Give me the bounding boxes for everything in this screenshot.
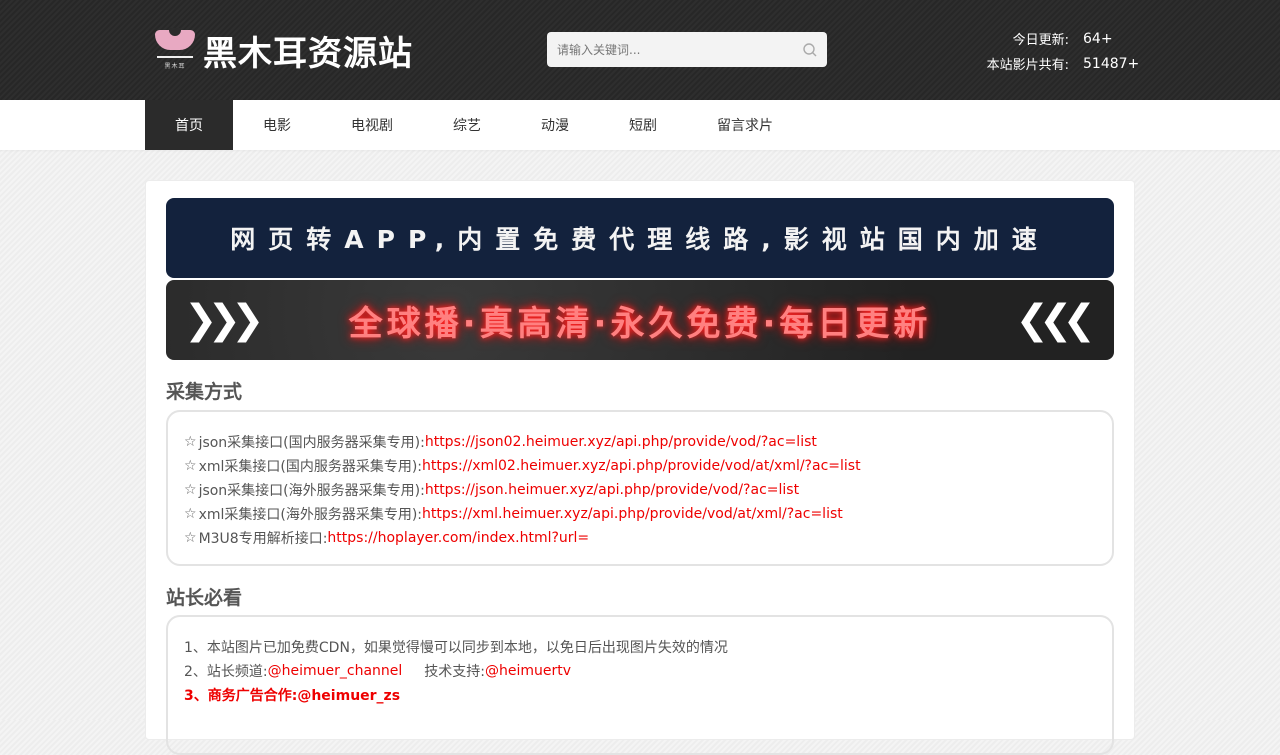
star-icon: ☆ (184, 530, 197, 546)
list-item: ☆ M3U8专用解析接口: https://hoplayer.com/index… (184, 526, 1096, 550)
support-label: 技术支持: (424, 664, 485, 680)
app-banner-text: 网页转APP,内置免费代理线路,影视站国内加速 (230, 225, 1050, 254)
star-icon: ☆ (184, 506, 197, 522)
main-nav: 首页 电影 电视剧 综艺 动漫 短剧 留言求片 (0, 100, 1280, 150)
list-item: ☆ xml采集接口(海外服务器采集专用): https://xml.heimue… (184, 502, 1096, 526)
stat-value: 64+ (1083, 30, 1113, 47)
list-item: ☆ json采集接口(海外服务器采集专用): https://json.heim… (184, 478, 1096, 502)
star-icon: ☆ (184, 482, 197, 498)
note-line-channel: 2、站长频道: @heimuer_channel 技术支持: @heimuert… (184, 659, 1096, 683)
support-link[interactable]: @heimuertv (485, 663, 571, 679)
site-stats: 今日更新: 64+ 本站影片共有: 51487+ (935, 26, 1140, 76)
api-link[interactable]: https://xml.heimuer.xyz/api.php/provide/… (422, 506, 843, 522)
site-name: 黑木耳资源站 (203, 33, 413, 74)
section-title-notes: 站长必看 (166, 587, 243, 609)
api-link[interactable]: https://json02.heimuer.xyz/api.php/provi… (425, 434, 817, 450)
section-title-collect: 采集方式 (166, 381, 243, 403)
chevrons-left-icon: ❮❮❮ (1015, 297, 1095, 343)
channel-link[interactable]: @heimuer_channel (268, 663, 403, 679)
nav-item-tv-series[interactable]: 电视剧 (321, 100, 423, 150)
nav-item-request[interactable]: 留言求片 (687, 100, 803, 150)
api-link[interactable]: https://xml02.heimuer.xyz/api.php/provid… (422, 458, 861, 474)
note-line-business[interactable]: 3、商务广告合作:@heimuer_zs (184, 683, 1096, 707)
total-videos: 本站影片共有: 51487+ (935, 51, 1140, 76)
chevrons-right-icon: ❯❯❯ (184, 297, 264, 343)
api-label: json采集接口(海外服务器采集专用): (198, 483, 425, 499)
star-icon: ☆ (184, 434, 197, 450)
app-banner[interactable]: 网页转APP,内置免费代理线路,影视站国内加速 (166, 198, 1114, 278)
api-link[interactable]: https://hoplayer.com/index.html?url= (327, 530, 589, 546)
nav-item-home[interactable]: 首页 (145, 100, 233, 150)
search-icon[interactable] (793, 32, 827, 67)
api-label: M3U8专用解析接口: (198, 531, 328, 547)
main-content: 网页转APP,内置免费代理线路,影视站国内加速 ❯❯❯ 全球播·真高清·永久免费… (145, 180, 1135, 755)
api-label: xml采集接口(国内服务器采集专用): (198, 459, 423, 475)
list-item: ☆ xml采集接口(国内服务器采集专用): https://xml02.heim… (184, 454, 1096, 478)
notes-box: 1、本站图片已加免费CDN，如果觉得慢可以同步到本地，以免日后出现图片失效的情况… (166, 615, 1114, 755)
api-link[interactable]: https://json.heimuer.xyz/api.php/provide… (425, 482, 799, 498)
promo-banner-text: 全球播·真高清·永久免费·每日更新 (348, 303, 932, 344)
collect-box: ☆ json采集接口(国内服务器采集专用): https://json02.he… (166, 410, 1114, 566)
nav-item-anime[interactable]: 动漫 (511, 100, 599, 150)
star-icon: ☆ (184, 458, 197, 474)
logo-mini-text: 黑木耳 (164, 63, 186, 70)
nav-item-short-drama[interactable]: 短剧 (599, 100, 687, 150)
site-logo[interactable]: 黑木耳 黑木耳资源站 (155, 28, 413, 74)
lips-logo-icon: 黑木耳 (155, 28, 195, 72)
note-line-cdn: 1、本站图片已加免费CDN，如果觉得慢可以同步到本地，以免日后出现图片失效的情况 (184, 640, 728, 656)
api-label: xml采集接口(海外服务器采集专用): (198, 507, 423, 523)
list-item: ☆ json采集接口(国内服务器采集专用): https://json02.he… (184, 430, 1096, 454)
nav-item-variety[interactable]: 综艺 (423, 100, 511, 150)
promo-banner[interactable]: ❯❯❯ 全球播·真高清·永久免费·每日更新 ❮❮❮ (166, 280, 1114, 360)
api-label: json采集接口(国内服务器采集专用): (198, 435, 425, 451)
stat-label: 今日更新: (1012, 33, 1069, 48)
stat-label: 本站影片共有: (986, 58, 1069, 73)
channel-label: 2、站长频道: (184, 664, 268, 680)
nav-item-movies[interactable]: 电影 (233, 100, 321, 150)
stat-value: 51487+ (1083, 55, 1140, 72)
today-updates: 今日更新: 64+ (935, 26, 1135, 51)
search-input[interactable] (547, 32, 793, 67)
search-box (547, 32, 827, 67)
top-header: 黑木耳 黑木耳资源站 今日更新: 64+ 本站影片共有: 51487+ (0, 0, 1280, 100)
